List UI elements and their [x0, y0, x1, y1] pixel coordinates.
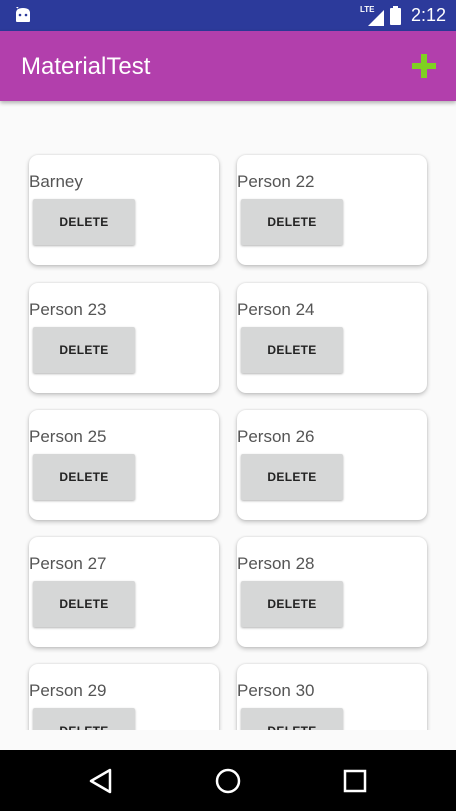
delete-button[interactable]: DELETE: [33, 581, 135, 627]
delete-button[interactable]: DELETE: [241, 199, 343, 245]
person-list[interactable]: Barney DELETE Person 22 DELETE Person 23…: [0, 101, 456, 730]
battery-icon: [389, 6, 401, 25]
person-name: Person 25: [29, 427, 107, 446]
delete-button[interactable]: DELETE: [241, 454, 343, 500]
person-card: Person 27 DELETE: [29, 537, 219, 647]
plus-icon: [412, 54, 436, 78]
person-name: Person 22: [237, 172, 315, 191]
delete-button[interactable]: DELETE: [241, 708, 343, 730]
person-card: Person 30 DELETE: [237, 664, 427, 730]
person-card: Person 23 DELETE: [29, 283, 219, 393]
person-name: Person 29: [29, 681, 107, 700]
navigation-bar: [0, 750, 456, 811]
lte-signal-icon: LTE: [360, 5, 384, 26]
home-icon[interactable]: [213, 766, 243, 796]
person-name: Barney: [29, 172, 83, 191]
delete-button[interactable]: DELETE: [33, 199, 135, 245]
person-card: Person 26 DELETE: [237, 410, 427, 520]
person-name: Person 30: [237, 681, 315, 700]
back-icon[interactable]: [86, 766, 116, 796]
person-name: Person 27: [29, 554, 107, 573]
person-card: Person 24 DELETE: [237, 283, 427, 393]
person-name: Person 26: [237, 427, 315, 446]
delete-button[interactable]: DELETE: [241, 327, 343, 373]
person-name: Person 24: [237, 300, 315, 319]
bottom-spacer: [0, 730, 456, 750]
app-bar: MaterialTest: [0, 31, 456, 101]
delete-button[interactable]: DELETE: [33, 454, 135, 500]
person-card: Person 28 DELETE: [237, 537, 427, 647]
recents-icon[interactable]: [340, 766, 370, 796]
delete-button[interactable]: DELETE: [33, 327, 135, 373]
clock: 2:12: [410, 5, 446, 25]
person-name: Person 23: [29, 300, 107, 319]
delete-button[interactable]: DELETE: [33, 708, 135, 730]
add-button[interactable]: [410, 52, 438, 80]
person-card: Barney DELETE: [29, 155, 219, 265]
person-card: Person 25 DELETE: [29, 410, 219, 520]
status-bar: LTE 2:12: [0, 0, 456, 31]
person-card: Person 29 DELETE: [29, 664, 219, 730]
android-icon: [15, 7, 30, 22]
person-card: Person 22 DELETE: [237, 155, 427, 265]
app-title: MaterialTest: [21, 53, 151, 80]
person-name: Person 28: [237, 554, 315, 573]
delete-button[interactable]: DELETE: [241, 581, 343, 627]
